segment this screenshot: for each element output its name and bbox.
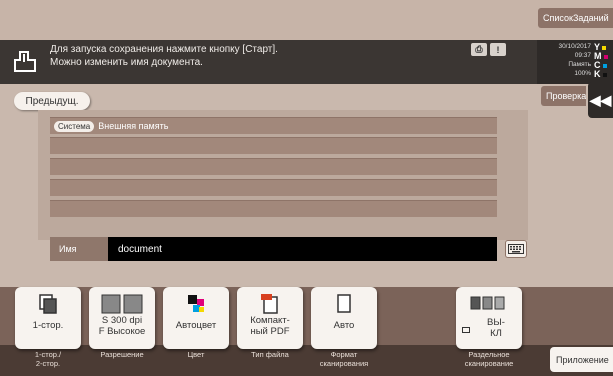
list-row-empty [50, 158, 497, 175]
toner-m-swatch [603, 54, 608, 59]
scan-size-button[interactable]: Авто [311, 287, 377, 349]
duplex-caption: 1-стор./2-стор. [34, 350, 62, 368]
separate-scan-caption: Раздельное сканирование [464, 350, 514, 368]
paper-size-icon [311, 293, 377, 315]
toner-y-swatch [602, 45, 607, 50]
duplex-icon [15, 293, 81, 315]
message-text: Для запуска сохранения нажмите кнопку [С… [50, 43, 278, 69]
message-line-1: Для запуска сохранения нажмите кнопку [С… [50, 44, 278, 55]
color-button[interactable]: Автоцвет [163, 287, 229, 349]
destination-label: Внешняя память [98, 121, 169, 131]
device-info-panel: 30/10/2017 09:37 Память 100% Y M C K [537, 40, 613, 84]
resolution-caption: Разрешение [100, 350, 144, 359]
resolution-icon [89, 293, 155, 315]
list-row-empty [50, 137, 497, 154]
pdf-file-icon [237, 293, 303, 315]
date-text: 30/10/2017 [558, 43, 591, 50]
memory-label: Память [568, 61, 591, 68]
message-bar: Для запуска сохранения нажмите кнопку [С… [0, 40, 537, 84]
toner-levels: Y M C K [594, 43, 608, 79]
color-label: Автоцвет [175, 320, 217, 331]
destination-list: Система Внешняя память [38, 110, 528, 240]
toner-k-swatch [602, 72, 607, 77]
indicator-icon [462, 327, 470, 333]
scan-size-caption: Формат сканирования [319, 350, 369, 368]
memory-value: 100% [574, 70, 591, 77]
file-type-label: Компакт-ный PDF [250, 315, 290, 337]
status-icons: ⎙ ! [471, 43, 506, 56]
list-row-empty [50, 179, 497, 196]
job-list-button[interactable]: СписокЗаданий [538, 8, 613, 28]
name-label: Имя [50, 237, 108, 261]
document-name-row[interactable]: Имя document [50, 237, 497, 261]
name-value[interactable]: document [118, 237, 162, 261]
duplex-button[interactable]: 1-стор. [15, 287, 81, 349]
file-type-button[interactable]: Компакт-ный PDF [237, 287, 303, 349]
file-type-caption: Тип файла [251, 350, 289, 359]
separate-scan-label: ВЫ- КЛ [487, 317, 505, 339]
list-row-destination[interactable]: Система Внешняя память [50, 117, 497, 134]
separate-scan-icon [456, 293, 522, 315]
color-caption: Цвет [187, 350, 205, 359]
collapse-panel-button[interactable]: ◀◀ [588, 82, 613, 118]
resolution-label: S 300 dpi F Высокое [98, 315, 146, 337]
list-row-empty [50, 200, 497, 217]
save-to-usb-icon [14, 51, 36, 72]
resolution-button[interactable]: S 300 dpi F Высокое [89, 287, 155, 349]
message-line-2: Можно изменить имя документа. [50, 57, 203, 68]
alert-status-icon: ! [490, 43, 506, 56]
time-text: 09:37 [574, 52, 591, 59]
duplex-label: 1-стор. [32, 320, 64, 331]
toner-c-swatch [602, 63, 607, 68]
printer-status-icon: ⎙ [471, 43, 487, 56]
previous-button[interactable]: Предыдущ. [14, 92, 90, 110]
color-mode-icon [163, 293, 229, 315]
separate-scan-button[interactable]: ВЫ- КЛ [456, 287, 522, 349]
system-tag: Система [54, 120, 95, 132]
check-button[interactable]: Проверка [541, 86, 586, 106]
applications-button[interactable]: Приложение [550, 347, 613, 372]
keyboard-icon[interactable] [505, 240, 527, 258]
top-strip [0, 0, 613, 40]
scan-size-label: Авто [333, 320, 355, 331]
